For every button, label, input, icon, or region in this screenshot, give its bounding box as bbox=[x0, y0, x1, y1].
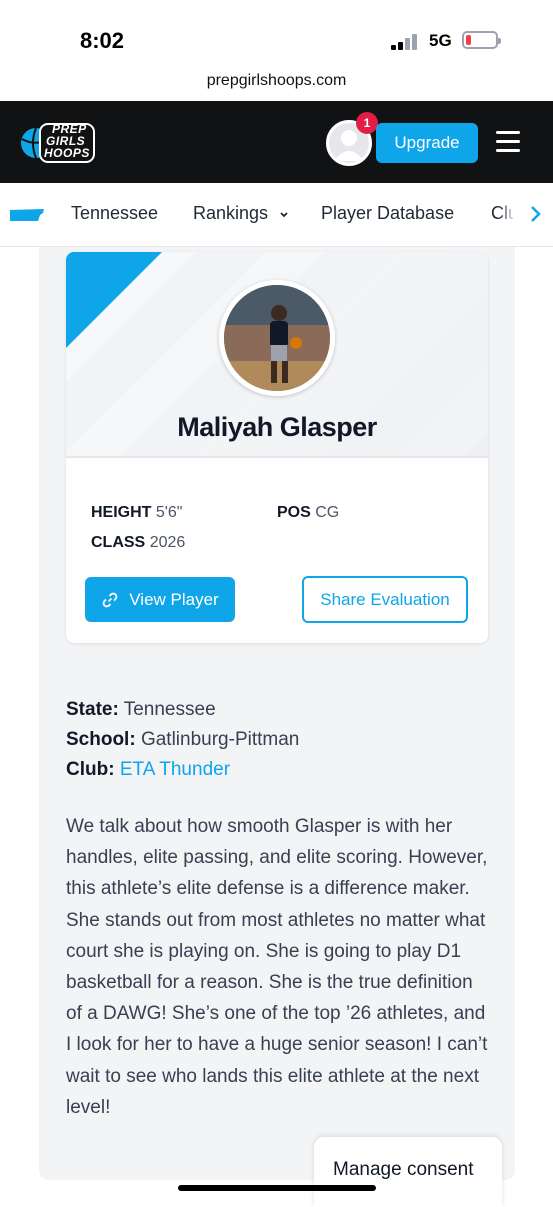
signal-icon bbox=[391, 34, 421, 50]
stat-position: POS CG bbox=[277, 504, 339, 522]
hamburger-menu-icon[interactable] bbox=[496, 131, 520, 153]
detail-state: State: Tennessee bbox=[66, 699, 216, 721]
detail-label: School: bbox=[66, 729, 136, 750]
chevron-right-icon bbox=[531, 206, 541, 222]
detail-school: School: Gatlinburg-Pittman bbox=[66, 729, 299, 751]
prep-girls-hoops-logo[interactable]: PREP GIRLS HOOPS bbox=[20, 121, 96, 165]
subnav-item-player-database[interactable]: Player Database bbox=[321, 203, 454, 224]
view-player-button[interactable]: View Player bbox=[85, 577, 235, 622]
status-bar: 8:02 5G bbox=[0, 0, 553, 60]
home-indicator[interactable] bbox=[178, 1185, 376, 1191]
upgrade-button[interactable]: Upgrade bbox=[376, 123, 478, 163]
detail-label: Club: bbox=[66, 759, 115, 780]
chevron-down-icon bbox=[280, 212, 288, 218]
club-link[interactable]: ETA Thunder bbox=[120, 759, 230, 780]
player-name: Maliyah Glasper bbox=[177, 412, 377, 442]
subnav-scroll-button[interactable] bbox=[513, 183, 553, 246]
view-player-label: View Player bbox=[129, 589, 219, 609]
player-card-header: Maliyah Glasper bbox=[66, 252, 488, 458]
stat-value: 5'6" bbox=[155, 504, 183, 521]
detail-club: Club: ETA Thunder bbox=[66, 759, 230, 781]
detail-value: Tennessee bbox=[123, 699, 216, 720]
status-time: 8:02 bbox=[80, 28, 125, 53]
detail-value: Gatlinburg-Pittman bbox=[140, 729, 300, 750]
stat-label: HEIGHT bbox=[91, 504, 152, 521]
detail-label: State: bbox=[66, 699, 119, 720]
evaluation-text: We talk about how smooth Glasper is with… bbox=[66, 816, 488, 1118]
notification-badge[interactable]: 1 bbox=[356, 112, 378, 134]
player-card: Maliyah Glasper HEIGHT 5'6" POS CG CLASS… bbox=[66, 252, 488, 643]
stat-class: CLASS 2026 bbox=[91, 534, 185, 552]
subnav-item-tennessee[interactable]: Tennessee bbox=[71, 203, 158, 224]
url-bar[interactable]: prepgirlshoops.com bbox=[0, 72, 553, 90]
stat-height: HEIGHT 5'6" bbox=[91, 504, 182, 522]
player-photo[interactable] bbox=[219, 280, 335, 396]
site-header: PREP GIRLS HOOPS 1 Upgrade bbox=[0, 101, 553, 183]
stat-label: CLASS bbox=[91, 534, 146, 551]
battery-icon bbox=[462, 31, 501, 49]
manage-consent-button[interactable]: Manage consent bbox=[314, 1137, 502, 1207]
stat-label: POS bbox=[277, 504, 311, 521]
share-evaluation-button[interactable]: Share Evaluation bbox=[302, 576, 468, 623]
tennessee-state-icon bbox=[10, 209, 44, 221]
network-label: 5G bbox=[429, 31, 452, 50]
logo-text: PREP GIRLS HOOPS bbox=[44, 122, 90, 160]
stat-value: 2026 bbox=[149, 534, 186, 551]
state-subnav: Tennessee Rankings Player Database Clubs bbox=[0, 183, 553, 247]
stat-value: CG bbox=[315, 504, 340, 521]
subnav-item-label: Rankings bbox=[193, 203, 269, 223]
link-icon bbox=[102, 592, 118, 607]
subnav-item-rankings[interactable]: Rankings bbox=[193, 203, 289, 224]
